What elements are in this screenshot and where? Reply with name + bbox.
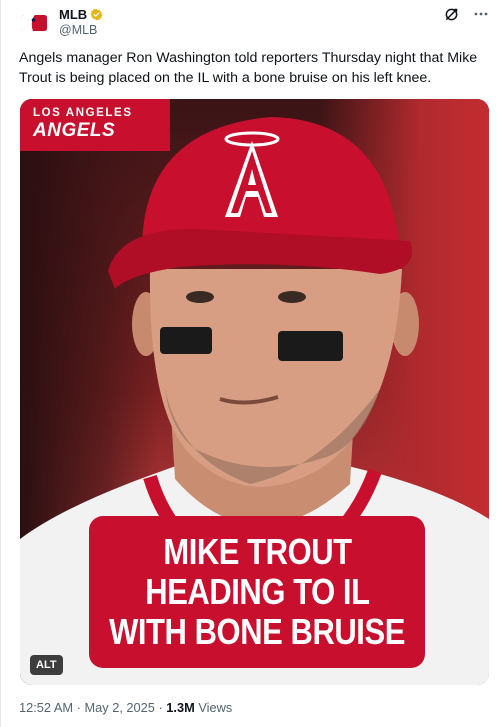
tweet-header: MLB @MLB: [19, 6, 489, 40]
author-names: MLB @MLB: [59, 6, 103, 37]
tweet: MLB @MLB Angels manager Ron Washington t…: [0, 0, 501, 727]
headline-line: MIKE TROUT: [162, 531, 352, 572]
headline-line: WITH BONE BRUISE: [109, 611, 405, 652]
header-actions: [443, 6, 489, 22]
verified-badge-icon[interactable]: [90, 8, 103, 21]
display-name[interactable]: MLB: [59, 7, 87, 22]
handle[interactable]: @MLB: [59, 23, 103, 37]
mlb-logo-icon: [21, 15, 47, 31]
grok-icon[interactable]: [443, 6, 459, 22]
avatar[interactable]: [19, 8, 49, 38]
views-label: Views: [198, 700, 233, 715]
tweet-date[interactable]: May 2, 2025: [84, 700, 154, 715]
team-name: ANGELS: [33, 120, 116, 141]
headline-line: HEADING TO IL: [144, 571, 370, 612]
team-tag: LOS ANGELES ANGELS: [20, 99, 170, 151]
tweet-text: Angels manager Ron Washington told repor…: [19, 50, 478, 86]
tweet-meta: 12:52 AM · May 2, 2025 · 1.3M Views: [19, 700, 232, 715]
tweet-time[interactable]: 12:52 AM: [19, 700, 73, 715]
display-name-row[interactable]: MLB: [59, 6, 103, 22]
meta-separator: ·: [158, 700, 163, 715]
alt-text-button[interactable]: ALT: [30, 655, 63, 675]
meta-separator: ·: [76, 700, 81, 715]
team-city: LOS ANGELES: [33, 107, 133, 119]
more-icon[interactable]: [473, 6, 489, 22]
views-count[interactable]: 1.3M: [166, 700, 194, 715]
headline-box: MIKE TROUT HEADING TO IL WITH BONE BRUIS…: [89, 516, 425, 668]
tweet-media[interactable]: LOS ANGELES ANGELS MIKE TROUT HEADING TO…: [20, 99, 489, 685]
